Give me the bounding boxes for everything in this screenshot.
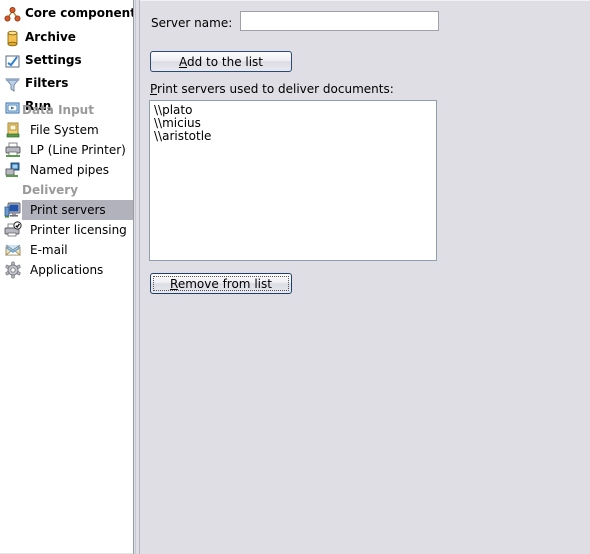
sidebar-item-settings[interactable]: Settings — [0, 50, 133, 74]
server-name-label: Server name: — [151, 16, 233, 30]
print-servers-listbox[interactable]: \\plato \\micius \\aristotle — [149, 100, 437, 261]
sidebar-item-label: Archive — [25, 30, 76, 44]
server-name-input[interactable] — [240, 11, 439, 31]
sidebar-item-label: File System — [30, 123, 99, 137]
add-to-list-button[interactable]: Add to the list — [150, 51, 292, 72]
database-cylinder-icon — [4, 30, 21, 47]
sidebar-item-label: Print servers — [30, 203, 106, 217]
sidebar-item-label: LP (Line Printer) — [30, 143, 126, 157]
sidebar-item-email[interactable]: E-mail — [0, 240, 133, 260]
sidebar-item-label: Core components — [25, 6, 133, 20]
printer-check-icon — [4, 221, 22, 239]
sidebar-item-core-components[interactable]: Core components — [0, 3, 133, 27]
add-to-list-button-caption: Add to the list — [151, 53, 291, 71]
sidebar-item-label: E-mail — [30, 243, 68, 257]
printer-icon — [4, 141, 22, 159]
envelope-icon — [4, 241, 22, 259]
accel-char: R — [170, 276, 178, 291]
print-servers-panel: Server name: Add to the list Print serve… — [140, 0, 590, 554]
sidebar-item-label: Printer licensing — [30, 223, 127, 237]
sidebar-group-header-data-input: Data Input — [22, 103, 94, 117]
run-window-icon — [4, 99, 21, 116]
monitor-icon — [4, 201, 22, 219]
folder-open-icon — [4, 121, 22, 139]
sidebar-item-label: Settings — [25, 53, 82, 67]
application-window: Core components Archive Settings Filters… — [0, 0, 590, 554]
sidebar-item-named-pipes[interactable]: Named pipes — [0, 160, 133, 180]
caption-rest: emove from list — [177, 276, 272, 291]
sidebar-item-printer-licensing[interactable]: Printer licensing — [0, 220, 133, 240]
sidebar-item-label: Applications — [30, 263, 104, 277]
sidebar-item-label: Filters — [25, 76, 69, 90]
accel-char: P — [150, 82, 158, 96]
gear-icon — [4, 261, 22, 279]
sidebar-group-header-delivery: Delivery — [22, 183, 79, 197]
sidebar-item-label: Named pipes — [30, 163, 110, 177]
sidebar-item-filters[interactable]: Filters — [0, 73, 133, 97]
network-nodes-icon — [4, 6, 21, 23]
splitter-line-1 — [133, 0, 134, 554]
splitter-line-2 — [135, 0, 136, 554]
sidebar-item-file-system[interactable]: File System — [0, 120, 133, 140]
accel-char: A — [178, 54, 187, 69]
label-rest: rint servers used to deliver documents: — [157, 82, 394, 96]
list-item[interactable]: \\aristotle — [150, 130, 436, 143]
sidebar-item-lp-line-printer[interactable]: LP (Line Printer) — [0, 140, 133, 160]
funnel-icon — [4, 76, 21, 93]
panel-top-divider — [140, 0, 590, 1]
print-servers-list-label: Print servers used to deliver documents: — [150, 82, 394, 97]
checkmark-chart-icon — [4, 53, 21, 70]
remove-from-list-button[interactable]: Remove from list — [150, 273, 292, 294]
caption-rest: dd to the list — [186, 54, 264, 69]
sidebar-item-print-servers[interactable]: Print servers — [0, 200, 133, 220]
pipes-network-icon — [4, 161, 22, 179]
list-item[interactable]: \\plato — [150, 101, 436, 117]
sidebar-item-archive[interactable]: Archive — [0, 27, 133, 51]
sidebar-splitter[interactable] — [133, 0, 140, 554]
navigation-sidebar: Core components Archive Settings Filters… — [0, 0, 133, 553]
remove-from-list-button-caption: Remove from list — [151, 275, 291, 293]
sidebar-item-applications[interactable]: Applications — [0, 260, 133, 280]
